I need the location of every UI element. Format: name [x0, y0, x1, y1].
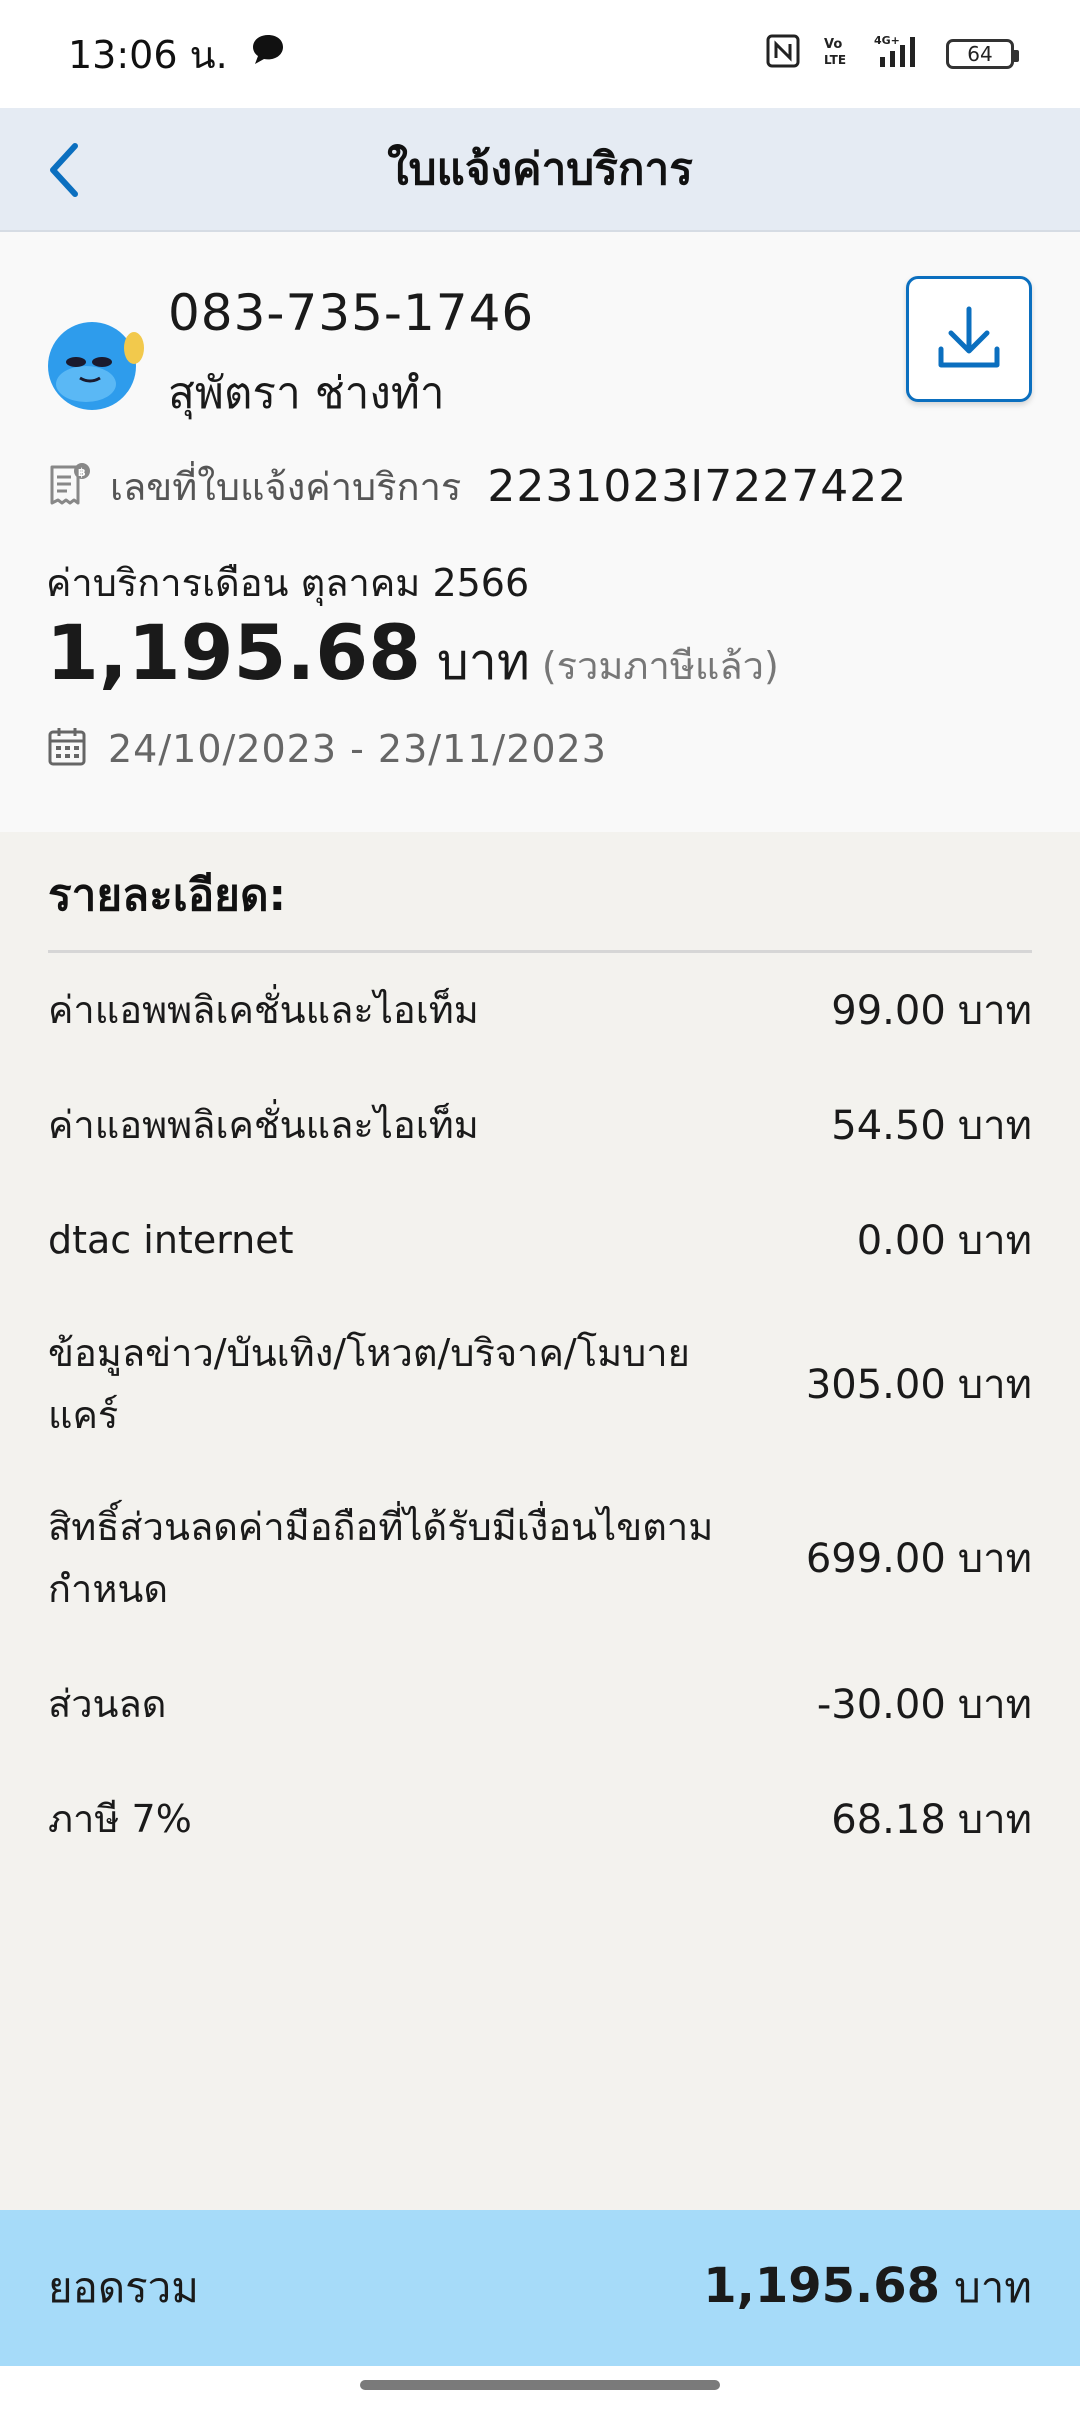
detail-amount: 699.00: [805, 1536, 946, 1582]
svg-text:LTE: LTE: [824, 53, 846, 67]
battery-level: 64: [967, 42, 993, 66]
detail-row: dtac internet 0.00 บาท: [48, 1208, 1032, 1272]
phone-number: 083-735-1746: [168, 284, 535, 342]
detail-unit: บาท: [957, 1362, 1032, 1408]
tax-note: (รวมภาษีแล้ว): [541, 644, 779, 688]
total-amount: 1,195.68: [703, 2258, 941, 2314]
detail-value: 699.00 บาท: [806, 1526, 1032, 1590]
chevron-left-icon: [50, 143, 78, 197]
detail-label: dtac internet: [48, 1218, 294, 1262]
bill-amount: 1,195.68: [46, 608, 422, 697]
calendar-icon: [46, 726, 88, 772]
detail-label: ค่าแอพพลิเคชั่นและไอเท็ม: [48, 1103, 479, 1147]
detail-value: -30.00 บาท: [817, 1672, 1032, 1736]
total-bar: ยอดรวม 1,195.68 บาท: [0, 2210, 1080, 2366]
chat-bubble-icon: [250, 32, 286, 76]
detail-value: 54.50 บาท: [831, 1093, 1032, 1157]
account-name: สุพัตรา ช่างทำ: [168, 368, 445, 419]
volte-icon: Vo LTE: [822, 34, 852, 75]
download-icon: [938, 306, 1000, 368]
detail-label: ส่วนลด: [48, 1682, 167, 1726]
network-type: 4G+: [874, 34, 900, 47]
invoice-number-row: ฿ เลขที่ใบแจ้งค่าบริการ 2231023I7227422: [46, 456, 907, 517]
detail-value: 99.00 บาท: [831, 978, 1032, 1042]
detail-amount: 305.00: [805, 1362, 946, 1408]
total-value: 1,195.68 บาท: [703, 2255, 1032, 2321]
billing-period-row: 24/10/2023 - 23/11/2023: [46, 726, 607, 772]
invoice-label: เลขที่ใบแจ้งค่าบริการ: [110, 465, 462, 509]
detail-label: ข้อมูลข่าว/บันเทิง/โหวต/บริจาค/โมบายแคร์: [48, 1331, 690, 1437]
detail-unit: บาท: [957, 1536, 1032, 1582]
status-left: 13:06 น.: [68, 24, 286, 85]
billing-month: ค่าบริการเดือน ตุลาคม 2566: [46, 561, 530, 605]
status-time: 13:06 น.: [68, 32, 228, 77]
invoice-number: 2231023I7227422: [487, 461, 908, 512]
svg-text:Vo: Vo: [824, 37, 842, 52]
detail-amount: -30.00: [816, 1682, 946, 1728]
home-indicator[interactable]: [360, 2380, 720, 2390]
detail-label: ค่าแอพพลิเคชั่นและไอเท็ม: [48, 988, 479, 1032]
amount-row: 1,195.68 บาท (รวมภาษีแล้ว): [46, 608, 779, 702]
back-button[interactable]: [26, 132, 102, 208]
page-title: ใบแจ้งค่าบริการ: [387, 144, 693, 195]
app-header: ใบแจ้งค่าบริการ: [0, 108, 1080, 232]
signal-icon: 4G+: [874, 33, 924, 76]
detail-unit: บาท: [957, 988, 1032, 1034]
detail-row: ค่าแอพพลิเคชั่นและไอเท็ม 54.50 บาท: [48, 1093, 1032, 1157]
detail-unit: บาท: [957, 1797, 1032, 1843]
currency-label: บาท: [437, 633, 530, 691]
detail-amount: 68.18: [831, 1797, 946, 1843]
detail-amount: 99.00: [831, 988, 946, 1034]
detail-value: 68.18 บาท: [831, 1787, 1032, 1851]
detail-unit: บาท: [957, 1682, 1032, 1728]
detail-unit: บาท: [957, 1218, 1032, 1264]
detail-label: สิทธิ์ส่วนลดค่ามือถือที่ได้รับมีเงื่อนไข…: [48, 1505, 714, 1611]
details-title: รายละเอียด:: [48, 870, 287, 921]
battery-icon: 64: [946, 39, 1019, 69]
detail-row: ส่วนลด -30.00 บาท: [48, 1672, 1032, 1736]
detail-label: ภาษี 7%: [48, 1797, 192, 1841]
divider: [48, 950, 1032, 953]
status-right: Vo LTE 4G+ 64: [766, 33, 1019, 76]
detail-unit: บาท: [957, 1103, 1032, 1149]
detail-row: ภาษี 7% 68.18 บาท: [48, 1787, 1032, 1851]
status-bar: 13:06 น. Vo LTE 4G+ 64: [0, 0, 1080, 108]
avatar: [46, 314, 146, 414]
detail-row: สิทธิ์ส่วนลดค่ามือถือที่ได้รับมีเงื่อนไข…: [48, 1496, 1032, 1620]
bill-summary: 083-735-1746 สุพัตรา ช่างทำ ฿ เลขที่ใบแจ…: [0, 232, 1080, 832]
total-unit: บาท: [954, 2263, 1032, 2312]
detail-row: ข้อมูลข่าว/บันเทิง/โหวต/บริจาค/โมบายแคร์…: [48, 1322, 1032, 1446]
detail-value: 305.00 บาท: [806, 1352, 1032, 1416]
detail-value: 0.00 บาท: [857, 1208, 1032, 1272]
detail-amount: 54.50: [831, 1103, 946, 1149]
download-button[interactable]: [906, 276, 1032, 402]
billing-period: 24/10/2023 - 23/11/2023: [108, 727, 607, 771]
detail-row: ค่าแอพพลิเคชั่นและไอเท็ม 99.00 บาท: [48, 978, 1032, 1042]
total-label: ยอดรวม: [48, 2263, 199, 2312]
svg-text:฿: ฿: [78, 466, 86, 479]
nfc-icon: [766, 34, 800, 75]
receipt-icon: ฿: [46, 461, 92, 513]
detail-amount: 0.00: [856, 1218, 946, 1264]
